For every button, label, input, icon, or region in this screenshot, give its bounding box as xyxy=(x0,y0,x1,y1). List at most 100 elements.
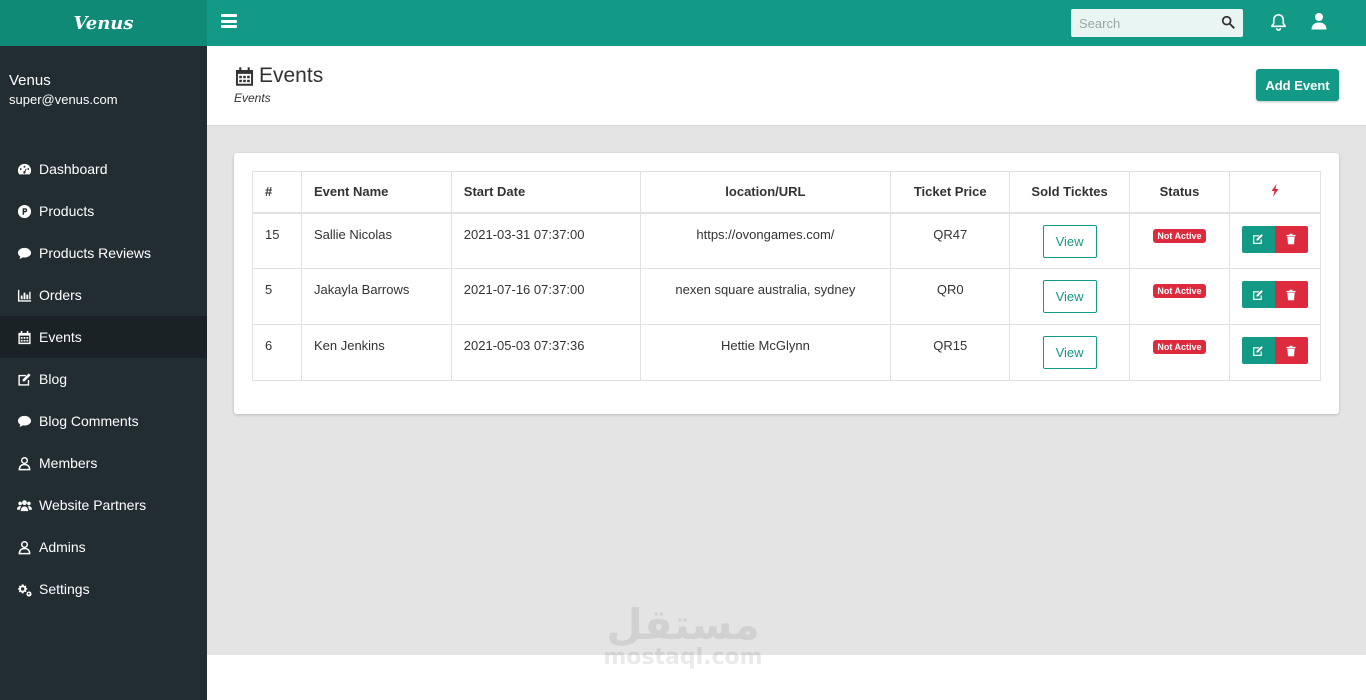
comment-icon xyxy=(16,245,32,261)
edit-button[interactable] xyxy=(1241,337,1275,364)
cell-actions xyxy=(1228,324,1322,381)
footer xyxy=(207,655,1366,700)
column-header-status: Status xyxy=(1129,171,1230,214)
edit-icon xyxy=(1253,345,1264,356)
edit-icon xyxy=(1253,289,1264,300)
sidebar-item-label: Events xyxy=(39,329,82,345)
cell-start-date: 2021-03-31 07:37:00 xyxy=(450,212,641,269)
edit-icon xyxy=(1253,234,1264,244)
page-title-text: Events xyxy=(259,64,324,87)
delete-button[interactable] xyxy=(1274,225,1308,253)
sidebar-item-label: Products Reviews xyxy=(39,245,152,261)
cell-ticket-price: QR0 xyxy=(890,268,1011,325)
sidebar-item-events[interactable]: Events xyxy=(0,316,207,358)
sidebar-item-label: Products xyxy=(39,203,95,219)
sidebar: Venus super@venus.com Dashboard Products… xyxy=(0,46,207,700)
cell-event-name: Ken Jenkins xyxy=(300,324,452,381)
bell-icon[interactable] xyxy=(1269,12,1288,32)
delete-button[interactable] xyxy=(1274,281,1308,308)
calendar-icon xyxy=(16,329,32,345)
sidebar-item-products[interactable]: Products xyxy=(0,190,207,232)
sidebar-item-label: Dashboard xyxy=(39,161,108,177)
table-row: 15 Sallie Nicolas 2021-03-31 07:37:00 ht… xyxy=(252,212,1322,269)
sidebar-item-blog-comments[interactable]: Blog Comments xyxy=(0,400,207,442)
cell-sold-tickets: View xyxy=(1009,268,1131,325)
top-navbar: Venus xyxy=(0,0,1366,46)
cell-sold-tickets: View xyxy=(1009,212,1131,269)
cell-actions xyxy=(1228,212,1322,269)
table-row: 5 Jakayla Barrows 2021-07-16 07:37:00 ne… xyxy=(252,268,1322,325)
user-icon[interactable] xyxy=(1311,12,1327,30)
status-badge: Not Active xyxy=(1153,228,1206,243)
column-header-start-date: Start Date xyxy=(450,171,641,214)
table-row: 6 Ken Jenkins 2021-05-03 07:37:36 Hettie… xyxy=(252,324,1322,381)
sidebar-item-label: Members xyxy=(39,455,98,471)
delete-button[interactable] xyxy=(1274,337,1308,364)
sidebar-item-settings[interactable]: Settings xyxy=(0,568,207,610)
search-input[interactable] xyxy=(1071,10,1211,36)
chart-icon xyxy=(16,287,32,303)
column-header-location: location/URL xyxy=(639,171,892,214)
cell-start-date: 2021-07-16 07:37:00 xyxy=(450,268,641,325)
sidebar-item-members[interactable]: Members xyxy=(0,442,207,484)
sidebar-item-products-reviews[interactable]: Products Reviews xyxy=(0,232,207,274)
add-event-button[interactable]: Add Event xyxy=(1256,69,1339,101)
search-icon[interactable] xyxy=(1221,15,1235,29)
view-button[interactable]: View xyxy=(1042,224,1097,258)
cell-start-date: 2021-05-03 07:37:36 xyxy=(450,324,641,381)
cell-status: Not Active xyxy=(1129,268,1230,325)
calendar-icon xyxy=(235,66,254,86)
cell-id: 6 xyxy=(252,324,302,381)
profile-email: super@venus.com xyxy=(9,92,118,107)
cell-event-name: Jakayla Barrows xyxy=(300,268,452,325)
dashboard-icon xyxy=(16,161,32,177)
action-group xyxy=(1241,281,1308,308)
sidebar-item-label: Admins xyxy=(39,539,86,555)
content-header: Events Events Add Event xyxy=(207,46,1366,126)
users-icon xyxy=(16,497,32,513)
events-card: # Event Name Start Date location/URL Tic… xyxy=(234,153,1339,414)
sidebar-item-blog[interactable]: Blog xyxy=(0,358,207,400)
view-button[interactable]: View xyxy=(1042,336,1097,369)
bolt-icon xyxy=(1271,183,1279,197)
cell-id: 15 xyxy=(252,212,302,269)
column-header-event-name: Event Name xyxy=(300,171,452,214)
table-header-row: # Event Name Start Date location/URL Tic… xyxy=(252,171,1322,214)
profile-name: Venus xyxy=(9,72,51,89)
status-badge: Not Active xyxy=(1153,340,1206,354)
watermark-logo: مستقل mostaql.com xyxy=(598,600,768,690)
edit-button[interactable] xyxy=(1241,225,1275,253)
cell-ticket-price: QR47 xyxy=(890,212,1011,269)
breadcrumb[interactable]: Events xyxy=(234,91,271,105)
sidebar-item-label: Blog Comments xyxy=(39,413,139,429)
edit-icon xyxy=(16,371,32,387)
user-icon xyxy=(16,455,32,471)
trash-icon xyxy=(1286,233,1296,245)
column-header-id: # xyxy=(252,171,302,214)
edit-button[interactable] xyxy=(1241,281,1275,308)
page-title: Events xyxy=(234,64,323,88)
gears-icon xyxy=(16,581,32,597)
sidebar-item-admins[interactable]: Admins xyxy=(0,526,207,568)
menu-toggle-icon[interactable] xyxy=(221,14,237,28)
action-group xyxy=(1241,225,1308,253)
trash-icon xyxy=(1286,289,1296,300)
cell-sold-tickets: View xyxy=(1009,324,1131,381)
sidebar-item-label: Orders xyxy=(39,287,82,303)
sidebar-item-dashboard[interactable]: Dashboard xyxy=(0,148,207,190)
column-header-ticket-price: Ticket Price xyxy=(890,171,1011,214)
cell-event-name: Sallie Nicolas xyxy=(300,212,452,269)
column-header-actions xyxy=(1228,171,1322,214)
sidebar-item-orders[interactable]: Orders xyxy=(0,274,207,316)
sidebar-item-label: Website Partners xyxy=(39,497,147,513)
action-group xyxy=(1241,337,1308,364)
cell-location: Hettie McGlynn xyxy=(639,324,892,381)
status-badge: Not Active xyxy=(1153,284,1206,298)
view-button[interactable]: View xyxy=(1042,280,1097,313)
brand-logo[interactable]: Venus xyxy=(0,0,207,46)
column-header-sold-tickets: Sold Ticktes xyxy=(1009,171,1131,214)
user-profile: Venus super@venus.com xyxy=(0,46,207,148)
cell-location: nexen square australia, sydney xyxy=(639,268,892,325)
cell-status: Not Active xyxy=(1129,212,1230,269)
sidebar-item-website-partners[interactable]: Website Partners xyxy=(0,484,207,526)
